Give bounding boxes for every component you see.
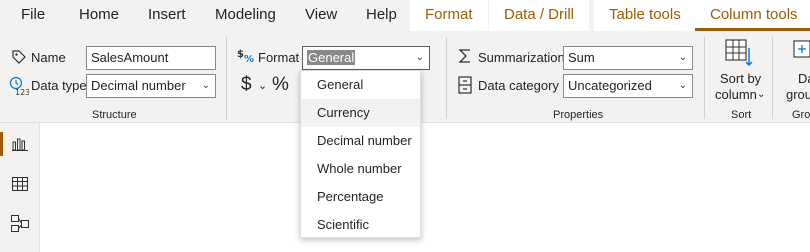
view-switcher-rail	[0, 123, 40, 252]
data-category-icon	[457, 76, 473, 99]
svg-text:123: 123	[15, 88, 29, 96]
svg-text:$: $	[237, 49, 244, 60]
summarization-value: Sum	[568, 50, 595, 65]
format-option-whole-number[interactable]: Whole number	[301, 155, 420, 183]
tab-insert[interactable]: Insert	[148, 0, 186, 31]
model-view-icon	[11, 215, 29, 238]
name-field-value: SalesAmount	[91, 50, 169, 65]
svg-text:%: %	[244, 54, 254, 63]
properties-group-title: Properties	[553, 109, 604, 121]
group-divider	[772, 37, 773, 119]
sort-by-line1: Sort by	[720, 71, 762, 86]
format-option-scientific[interactable]: Scientific	[301, 211, 420, 239]
format-select[interactable]: General ⌄	[302, 46, 430, 70]
tab-table-tools[interactable]: Table tools	[594, 0, 696, 31]
model-view-button[interactable]	[0, 208, 40, 240]
chevron-down-icon: ⌄	[678, 52, 687, 63]
percent-format-button[interactable]: %	[272, 74, 289, 96]
group-divider	[446, 37, 447, 119]
sort-by-column-button[interactable]: Sort by column ⌄	[713, 34, 765, 106]
group-divider	[226, 37, 227, 119]
summarization-label: Summarization	[478, 50, 565, 65]
ribbon-tab-bar: File Home Insert Modeling View Help Form…	[0, 0, 810, 31]
sort-by-column-icon	[725, 38, 755, 73]
tab-help[interactable]: Help	[366, 0, 397, 31]
tab-file[interactable]: File	[21, 0, 45, 31]
format-option-decimal-number[interactable]: Decimal number	[301, 127, 420, 155]
tab-format[interactable]: Format	[410, 0, 488, 31]
summarization-select[interactable]: Sum ⌄	[563, 46, 693, 70]
format-option-currency[interactable]: Currency	[301, 99, 420, 127]
tab-data-drill[interactable]: Data / Drill	[489, 0, 590, 31]
data-groups-line1: Da	[798, 71, 810, 86]
format-label: Format	[258, 50, 300, 65]
name-label: Name	[31, 50, 66, 65]
format-dropdown-list: General Currency Decimal number Whole nu…	[300, 70, 421, 238]
data-category-label: Data category	[478, 78, 559, 93]
structure-group-title: Structure	[92, 109, 137, 121]
format-icon: $%	[237, 47, 255, 68]
data-groups-button[interactable]: Da grou	[781, 34, 810, 106]
table-grid-icon	[12, 177, 28, 196]
sort-group-title: Sort	[731, 109, 752, 121]
chevron-down-icon: ⌄	[415, 52, 424, 63]
tab-column-tools[interactable]: Column tools	[695, 0, 810, 31]
chevron-down-icon: ⌄	[201, 80, 210, 91]
tab-view[interactable]: View	[305, 0, 337, 31]
groups-group-title: Gro	[792, 109, 810, 121]
chevron-down-icon: ⌄	[757, 89, 766, 100]
format-option-general[interactable]: General	[301, 71, 420, 99]
data-category-select[interactable]: Uncategorized ⌄	[563, 74, 693, 98]
data-type-label: Data type	[31, 78, 87, 93]
report-view-icon	[12, 137, 28, 156]
data-category-value: Uncategorized	[568, 78, 652, 93]
tab-modeling[interactable]: Modeling	[215, 0, 276, 31]
tab-home[interactable]: Home	[79, 0, 119, 31]
data-type-icon: 123	[9, 76, 30, 101]
report-view-button[interactable]	[0, 128, 40, 160]
data-groups-icon	[793, 40, 810, 67]
chevron-down-icon: ⌄	[678, 80, 687, 91]
name-field[interactable]: SalesAmount	[86, 46, 216, 70]
chevron-down-icon[interactable]: ⌄	[258, 79, 267, 92]
data-type-select[interactable]: Decimal number ⌄	[86, 74, 216, 98]
format-option-percentage[interactable]: Percentage	[301, 183, 420, 211]
currency-format-button[interactable]: $	[241, 74, 252, 96]
group-divider	[704, 37, 705, 119]
data-groups-line2: grou	[786, 87, 810, 102]
format-select-value: General	[307, 50, 356, 65]
sort-by-line2: column	[715, 87, 757, 102]
data-view-button[interactable]	[0, 168, 40, 200]
tag-icon	[11, 49, 27, 70]
data-type-value: Decimal number	[91, 78, 186, 93]
sigma-icon	[457, 48, 473, 69]
